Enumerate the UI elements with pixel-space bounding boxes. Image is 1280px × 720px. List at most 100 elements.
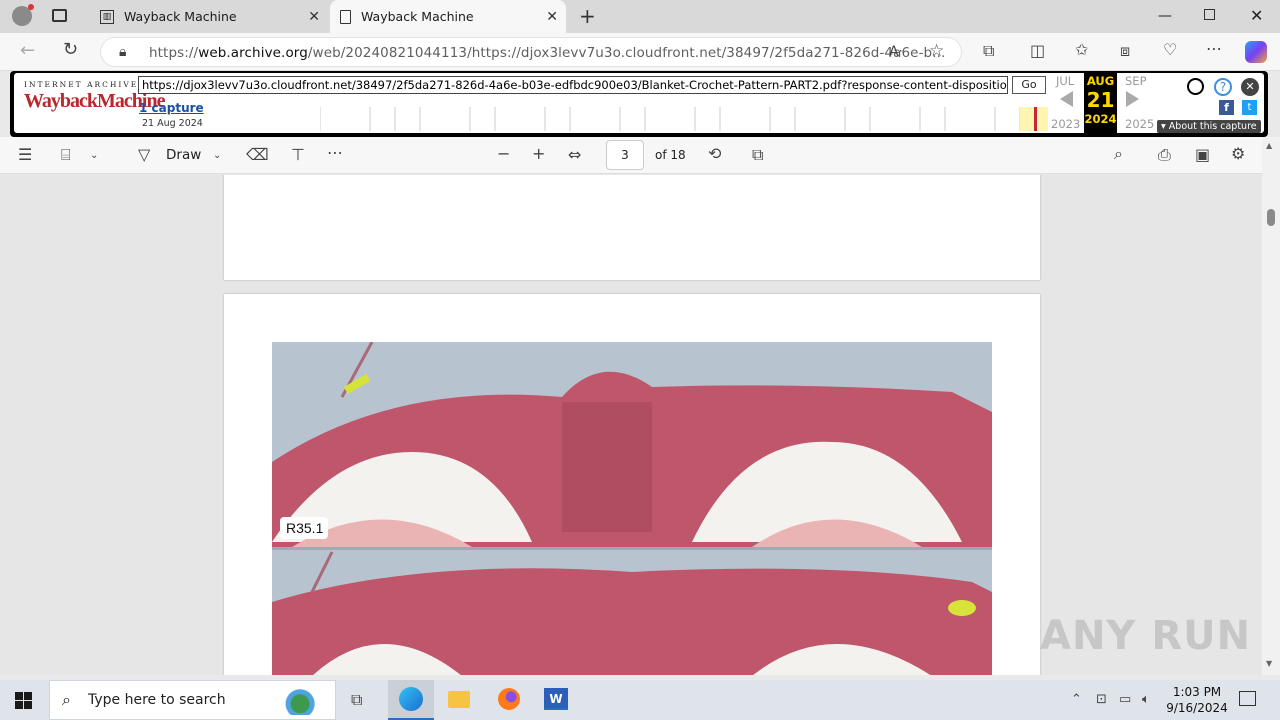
clock-time: 1:03 PM [1172, 685, 1222, 699]
tab-wayback-1[interactable]: ▥ Wayback Machine ✕ [90, 0, 328, 33]
prev-capture-arrow-icon[interactable] [1060, 91, 1073, 107]
read-aloud-icon[interactable]: Aᐧ [889, 44, 902, 60]
address-field[interactable]: 🔒︎ https://web.archive.org/web/202408210… [100, 37, 962, 67]
chevron-down-icon[interactable]: ⌄ [213, 148, 221, 164]
scroll-thumb[interactable] [1267, 209, 1275, 226]
browser-essentials-icon[interactable]: ♡ [1163, 42, 1177, 58]
tab-title: Wayback Machine [124, 9, 237, 24]
task-view-icon[interactable]: ⧉ [351, 692, 362, 708]
next-year: 2025 [1125, 117, 1155, 131]
draw-icon[interactable]: ▽ [138, 147, 150, 163]
back-icon[interactable]: ← [20, 42, 35, 60]
taskbar-search-box[interactable]: ⌕ Type here to search [49, 680, 336, 720]
display-icon[interactable]: ▭ [1119, 692, 1131, 708]
user-account-icon[interactable] [1187, 78, 1204, 95]
split-screen-icon[interactable]: ◫ [1030, 43, 1045, 59]
eraser-icon[interactable]: ⌫ [246, 147, 269, 163]
capture-sparkline[interactable] [320, 103, 1048, 131]
url-text: https://web.archive.org/web/202408210441… [149, 45, 946, 61]
refresh-icon[interactable]: ↻ [63, 41, 78, 59]
archive-favicon-icon: ▥ [100, 9, 114, 24]
notification-dot [28, 4, 34, 10]
new-tab-icon[interactable]: + [579, 4, 596, 28]
page-count: of 18 [655, 148, 686, 162]
show-hidden-icons[interactable]: ⌃ [1071, 692, 1082, 708]
network-icon[interactable]: ⊡ [1096, 692, 1107, 708]
current-month: AUG [1086, 74, 1115, 88]
collections-icon[interactable]: ⧈ [1120, 43, 1130, 59]
search-highlight-icon [266, 687, 328, 715]
word-icon[interactable]: W [544, 688, 568, 710]
close-window-icon[interactable]: ✕ [1250, 6, 1263, 25]
more-menu-icon[interactable]: ⋯ [1206, 41, 1222, 57]
system-clock[interactable]: 1:03 PM 9/16/2024 [1160, 684, 1234, 716]
vertical-scrollbar[interactable]: ▲ ▼ [1262, 137, 1280, 675]
windows-start-icon[interactable] [15, 692, 32, 709]
notifications-icon[interactable] [1239, 691, 1256, 706]
help-icon[interactable]: ? [1214, 78, 1232, 96]
scroll-up-icon[interactable]: ▲ [1266, 141, 1272, 150]
text-box-icon[interactable]: ⊤ [291, 147, 305, 163]
tab-title: Wayback Machine [361, 9, 474, 24]
minimize-icon[interactable]: — [1158, 8, 1172, 24]
prev-year: 2023 [1051, 117, 1081, 131]
scroll-down-icon[interactable]: ▼ [1266, 659, 1272, 668]
close-tab-icon[interactable]: ✕ [546, 9, 558, 25]
captures-date: 21 Aug 2024 [142, 118, 203, 129]
document-favicon-icon [340, 9, 351, 24]
close-wayback-icon[interactable]: ✕ [1241, 78, 1259, 96]
wayback-toolbar: INTERNET ARCHIVE WaybackMachine https://… [10, 71, 1268, 137]
draw-label[interactable]: Draw [166, 147, 201, 163]
current-capture-date: AUG 21 2024 [1084, 73, 1117, 133]
file-explorer-icon[interactable] [448, 691, 470, 708]
restore-icon[interactable] [1204, 9, 1215, 20]
close-tab-icon[interactable]: ✕ [308, 9, 320, 25]
pdf-viewer[interactable]: R35.1 ANY RUN [0, 175, 1262, 675]
wayback-url-input[interactable]: https://djox3levv7u3o.cloudfront.net/384… [138, 76, 1008, 94]
fit-width-icon[interactable]: ⇔ [568, 147, 581, 163]
favorite-star-icon[interactable]: ☆ [929, 43, 944, 60]
print-icon[interactable]: ⎙ [1158, 147, 1171, 163]
search-icon: ⌕ [62, 690, 71, 709]
lock-icon[interactable]: 🔒︎ [119, 44, 126, 60]
tab-strip: ▥ Wayback Machine ✕ Wayback Machine ✕ + … [0, 0, 1280, 33]
about-capture-button[interactable]: ▾ About this capture [1157, 120, 1261, 133]
extensions-icon[interactable]: ⧉ [983, 43, 994, 59]
clock-date: 9/16/2024 [1166, 701, 1228, 715]
page-number-input[interactable]: 3 [606, 140, 644, 170]
zoom-out-icon[interactable]: − [497, 146, 510, 162]
wayback-go-button[interactable]: Go [1012, 76, 1046, 94]
photo-label: R35.1 [286, 520, 324, 536]
pdf-page-3: R35.1 [224, 294, 1040, 675]
settings-icon[interactable]: ⚙ [1231, 146, 1245, 162]
address-toolbar: ← ↻ 🔒︎ https://web.archive.org/web/20240… [0, 33, 1280, 71]
highlight-icon[interactable]: ⌸ [61, 147, 71, 163]
facebook-icon[interactable]: f [1219, 100, 1234, 115]
copilot-icon[interactable] [1245, 41, 1267, 63]
crochet-photo: R35.1 [272, 342, 992, 675]
prev-month[interactable]: JUL [1056, 74, 1074, 88]
twitter-icon[interactable]: t [1242, 100, 1257, 115]
zoom-in-icon[interactable]: + [532, 146, 545, 162]
contents-list-icon[interactable]: ☰ [18, 147, 32, 163]
wayback-logo-top: INTERNET ARCHIVE [24, 80, 139, 89]
rotate-icon[interactable]: ⟲ [708, 146, 721, 162]
watermark: ANY RUN [1040, 613, 1252, 659]
workspaces-icon[interactable] [52, 9, 67, 22]
page-view-icon[interactable]: ⧉ [752, 147, 763, 163]
current-day: 21 [1086, 88, 1115, 112]
tab-wayback-2[interactable]: Wayback Machine ✕ [330, 0, 566, 33]
save-icon[interactable]: ▣ [1195, 147, 1210, 163]
chevron-down-icon[interactable]: ⌄ [90, 148, 98, 164]
next-capture-arrow-icon[interactable] [1126, 91, 1139, 107]
captures-link[interactable]: 1 capture [139, 101, 204, 115]
favorites-icon[interactable]: ✩ [1075, 42, 1088, 58]
search-placeholder: Type here to search [88, 692, 226, 708]
firefox-icon[interactable] [498, 688, 520, 710]
volume-icon[interactable]: 🔈︎ [1142, 692, 1150, 708]
search-icon[interactable]: ⌕ [1114, 146, 1123, 162]
edge-taskbar-icon[interactable] [388, 680, 434, 720]
current-year: 2024 [1084, 112, 1117, 126]
more-tools-icon[interactable]: ⋯ [327, 145, 343, 161]
next-month[interactable]: SEP [1125, 74, 1147, 88]
